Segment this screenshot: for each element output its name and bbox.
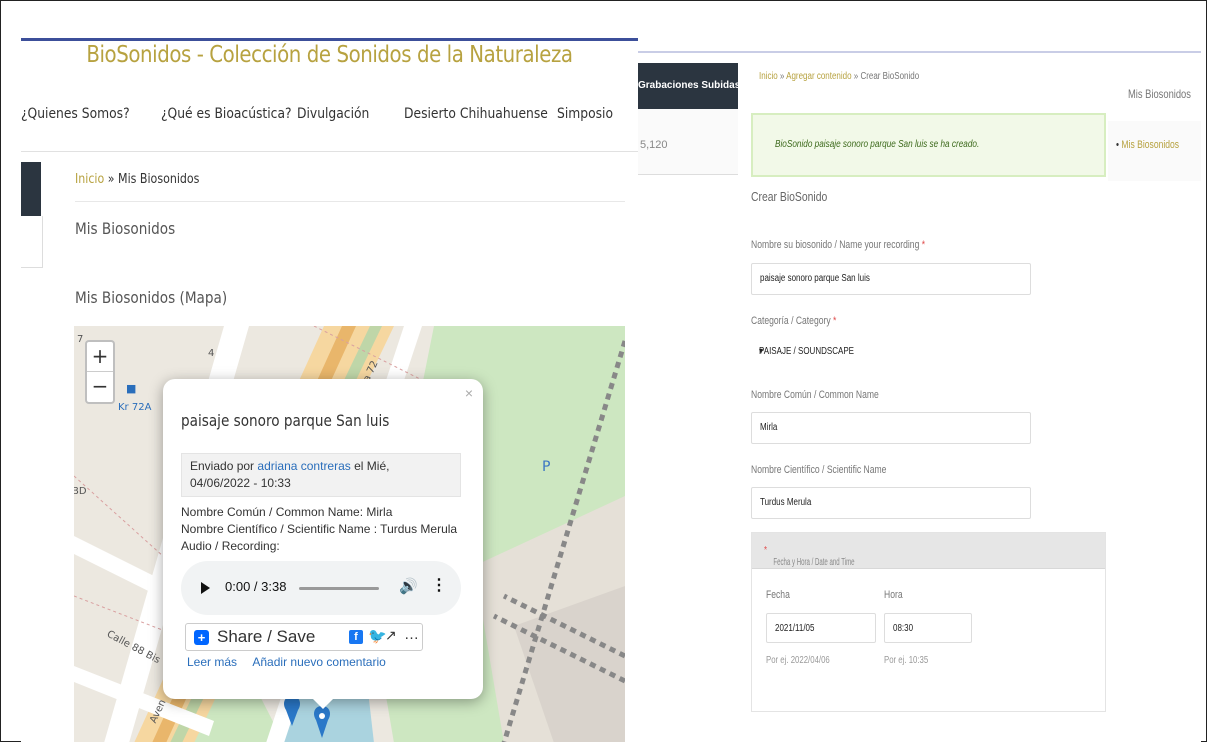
- sidebar-item-mis-biosonidos[interactable]: • Mis Biosonidos: [1116, 139, 1179, 151]
- breadcrumb-home-link[interactable]: Inicio: [75, 172, 104, 187]
- add-comment-link[interactable]: Añadir nuevo comentario: [252, 655, 385, 669]
- sidebar-box: [21, 216, 43, 268]
- name-input-value: paisaje sonoro parque San luis: [760, 273, 870, 284]
- time-input[interactable]: 08:30: [884, 613, 972, 643]
- top-accent-line: [638, 51, 1201, 53]
- more-share-icon[interactable]: …: [404, 626, 419, 643]
- volume-icon[interactable]: 🔊: [399, 577, 418, 595]
- time-hint: Por ej. 10:35: [884, 655, 929, 666]
- right-page: Grabaciones Subidas 5,120 Inicio » Agreg…: [638, 51, 1201, 742]
- breadcrumb-add-content-link[interactable]: Agregar contenido: [786, 71, 851, 82]
- site-title[interactable]: BioSonidos - Colección de Sonidos de la …: [64, 42, 595, 68]
- map-popup: × paisaje sonoro parque San luis Enviado…: [163, 379, 483, 709]
- map-label-bd: BD: [74, 486, 87, 497]
- share-save-button[interactable]: + Share / Save f 🐦 ↗ …: [185, 623, 423, 651]
- popup-tip: [311, 697, 335, 709]
- main-nav: ¿Quienes Somos? ¿Qué es Bioacústica? Div…: [21, 94, 638, 152]
- sidebar-item-label[interactable]: Mis Biosonidos: [1121, 139, 1179, 151]
- sidebar-dark-block: [21, 162, 41, 216]
- category-select[interactable]: PAISAJE / SOUNDSCAPE ▾: [751, 337, 1006, 369]
- share-label: Share / Save: [217, 627, 316, 646]
- breadcrumb: Inicio » Mis Biosonidos: [75, 172, 199, 187]
- breadcrumb-home-link[interactable]: Inicio: [759, 71, 778, 82]
- zoom-in-button[interactable]: +: [87, 342, 113, 372]
- close-icon[interactable]: ×: [465, 385, 473, 401]
- success-message: BioSonido paisaje sonoro parque San luis…: [775, 139, 980, 150]
- screenshot-frame: BioSonidos - Colección de Sonidos de la …: [0, 0, 1207, 742]
- author-link[interactable]: adriana contreras: [257, 459, 350, 473]
- top-accent-line: [21, 38, 638, 41]
- facebook-icon[interactable]: f: [349, 630, 363, 644]
- zoom-out-button[interactable]: −: [87, 372, 113, 402]
- scientific-name-input-value: Turdus Merula: [760, 497, 812, 508]
- date-input-value: 2021/11/05: [775, 623, 815, 634]
- breadcrumb: Inicio » Agregar contenido » Crear BioSo…: [759, 71, 919, 82]
- play-icon[interactable]: [201, 582, 210, 594]
- common-name-text: Nombre Común / Common Name: Mirla: [181, 505, 393, 519]
- common-name-input-value: Mirla: [760, 422, 778, 433]
- datetime-header[interactable]: Fecha y Hora / Date and Time *: [752, 533, 1105, 569]
- audio-seek-bar[interactable]: [299, 587, 379, 590]
- chevron-down-icon: ▾: [759, 346, 764, 357]
- divider: [75, 201, 625, 202]
- twitter-icon[interactable]: 🐦: [368, 627, 387, 645]
- category-label: Categoría / Category *: [751, 315, 837, 327]
- form-title: Crear BioSonido: [751, 189, 828, 204]
- name-label: Nombre su biosonido / Name your recordin…: [751, 239, 926, 251]
- time-label: Hora: [884, 589, 903, 601]
- sidebar-title: Mis Biosonidos: [1128, 87, 1191, 101]
- time-input-value: 08:30: [893, 623, 914, 634]
- left-page: BioSonidos - Colección de Sonidos de la …: [21, 38, 638, 742]
- nav-desierto-chihuahuense[interactable]: Desierto Chihuahuense: [404, 106, 548, 122]
- sidebar-box: [1108, 121, 1201, 181]
- success-message-box: BioSonido paisaje sonoro parque San luis…: [751, 113, 1106, 177]
- popup-submitted-info: Enviado por adriana contreras el Mié, 04…: [181, 453, 461, 497]
- map-section-title: Mis Biosonidos (Mapa): [75, 288, 228, 307]
- more-icon[interactable]: ⋮: [431, 575, 447, 595]
- scientific-name-text: Nombre Científico / Scientific Name : Tu…: [181, 522, 458, 536]
- common-name-input[interactable]: Mirla: [751, 412, 1031, 444]
- date-hint: Por ej. 2022/04/06: [766, 655, 830, 666]
- bus-stop-icon[interactable]: ■: [126, 382, 136, 395]
- read-more-link[interactable]: Leer más: [187, 655, 237, 669]
- map-zoom-control: + −: [85, 340, 115, 404]
- scientific-name-input[interactable]: Turdus Merula: [751, 487, 1031, 519]
- date-input[interactable]: 2021/11/05: [766, 613, 876, 643]
- nav-divulgacion[interactable]: Divulgación: [297, 106, 369, 122]
- share-plus-icon: +: [194, 630, 209, 645]
- breadcrumb-separator: »: [104, 172, 119, 187]
- map-label-four: 4: [208, 348, 215, 359]
- scientific-name-label: Nombre Científico / Scientific Name: [751, 464, 887, 476]
- breadcrumb-current: Mis Biosonidos: [118, 172, 200, 187]
- popup-title: paisaje sonoro parque San luis: [181, 411, 390, 430]
- map-label-seven: 7: [77, 334, 84, 345]
- tab-grabaciones-subidas[interactable]: Grabaciones Subidas: [638, 63, 740, 109]
- bullet-icon: •: [1116, 139, 1120, 151]
- breadcrumb-current: Crear BioSonido: [860, 71, 920, 82]
- nav-quienes-somos[interactable]: ¿Quienes Somos?: [21, 106, 130, 122]
- audio-time: 0:00 / 3:38: [225, 579, 287, 594]
- audio-label: Audio / Recording:: [181, 539, 280, 553]
- nav-simposio[interactable]: Simposio: [557, 106, 613, 122]
- datetime-fieldset: Fecha y Hora / Date and Time * Fecha 202…: [751, 532, 1106, 712]
- recordings-count: 5,120: [640, 139, 668, 151]
- breadcrumb-separator: »: [851, 71, 861, 82]
- nav-que-es-bioacustica[interactable]: ¿Qué es Bioacústica?: [161, 106, 292, 122]
- name-input[interactable]: paisaje sonoro parque San luis: [751, 263, 1031, 295]
- page-title: Mis Biosonidos: [75, 219, 176, 238]
- popup-links: Leer más Añadir nuevo comentario: [187, 655, 386, 669]
- map-label-kr72a: Kr 72A: [118, 402, 152, 413]
- breadcrumb-separator: »: [777, 71, 787, 82]
- date-label: Fecha: [766, 589, 790, 601]
- audio-player: 0:00 / 3:38 🔊 ⋮: [181, 561, 461, 615]
- parking-icon[interactable]: P: [542, 459, 550, 475]
- share-icon[interactable]: ↗: [385, 627, 397, 644]
- submitted-prefix: Enviado por: [190, 459, 255, 473]
- common-name-label: Nombre Común / Common Name: [751, 389, 879, 401]
